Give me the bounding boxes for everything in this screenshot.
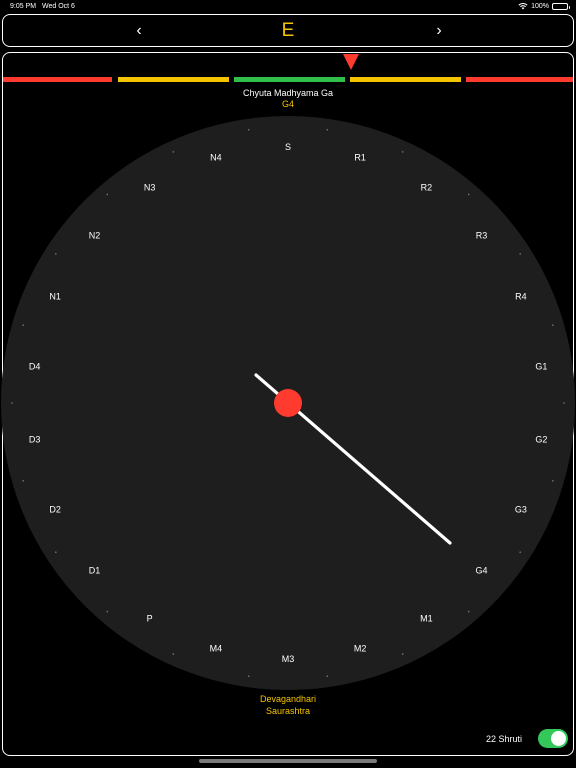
dial-tick <box>22 324 25 327</box>
dial-tick <box>552 324 554 327</box>
dial-tick <box>22 480 25 482</box>
dial-tick <box>172 151 175 153</box>
dial-tick <box>326 675 329 677</box>
dial-label-d2: D2 <box>49 504 61 514</box>
dial-tick <box>247 675 250 677</box>
dial-label-m1: M1 <box>420 613 433 623</box>
dial-tick <box>247 129 250 131</box>
dial-label-d1: D1 <box>89 566 101 576</box>
dial-label-r2: R2 <box>421 183 433 193</box>
dial-label-r3: R3 <box>476 230 488 240</box>
dial-tick <box>563 402 565 404</box>
shruti-toggle-switch[interactable] <box>538 729 568 748</box>
dial-tick <box>106 193 109 196</box>
dial-tick <box>519 253 521 255</box>
dial-tick <box>552 480 554 482</box>
dial-label-g2: G2 <box>535 434 547 444</box>
dial-label-g1: G1 <box>535 362 547 372</box>
dial-label-n4: N4 <box>210 152 222 162</box>
dial-label-n2: N2 <box>89 230 101 240</box>
dial-label-g4: G4 <box>475 566 487 576</box>
home-indicator[interactable] <box>199 759 377 763</box>
dial-tick <box>172 653 175 655</box>
toggle-knob <box>551 731 566 746</box>
dial-tick <box>401 653 404 655</box>
dial-label-p: P <box>147 613 153 623</box>
shruti-toggle-label: 22 Shruti <box>486 734 523 744</box>
needle-hub <box>274 389 302 417</box>
dial-tick <box>467 193 470 196</box>
dial-label-m2: M2 <box>354 644 367 654</box>
dial-tick <box>519 551 521 553</box>
raga-name-secondary: Saurashtra <box>265 706 311 716</box>
dial-tick <box>11 402 13 404</box>
dial-label-m3: M3 <box>282 654 295 664</box>
dial-label-s: S <box>285 142 291 152</box>
dial-label-d3: D3 <box>29 434 41 444</box>
dial-label-r4: R4 <box>515 292 527 302</box>
dial-tick <box>467 610 470 613</box>
dial-label-m4: M4 <box>210 644 223 654</box>
dial-label-r1: R1 <box>354 152 366 162</box>
dial-label-n3: N3 <box>144 183 156 193</box>
dial-tick <box>326 129 329 131</box>
dial-tick <box>55 551 57 553</box>
dial-label-d4: D4 <box>29 362 41 372</box>
dial-label-g3: G3 <box>515 504 527 514</box>
dial-label-n1: N1 <box>49 292 61 302</box>
dial-tick <box>55 253 57 255</box>
raga-name-primary: Devagandhari <box>259 694 317 704</box>
shruti-dial: S R1 R2 R3 R4 G1 G2 G3 G4 M1 M2 M3 M4 P D1 D2 D3 D4 N1 N2 N3… <box>1 116 575 690</box>
dial-tick <box>106 610 109 613</box>
dial-tick <box>401 151 404 153</box>
